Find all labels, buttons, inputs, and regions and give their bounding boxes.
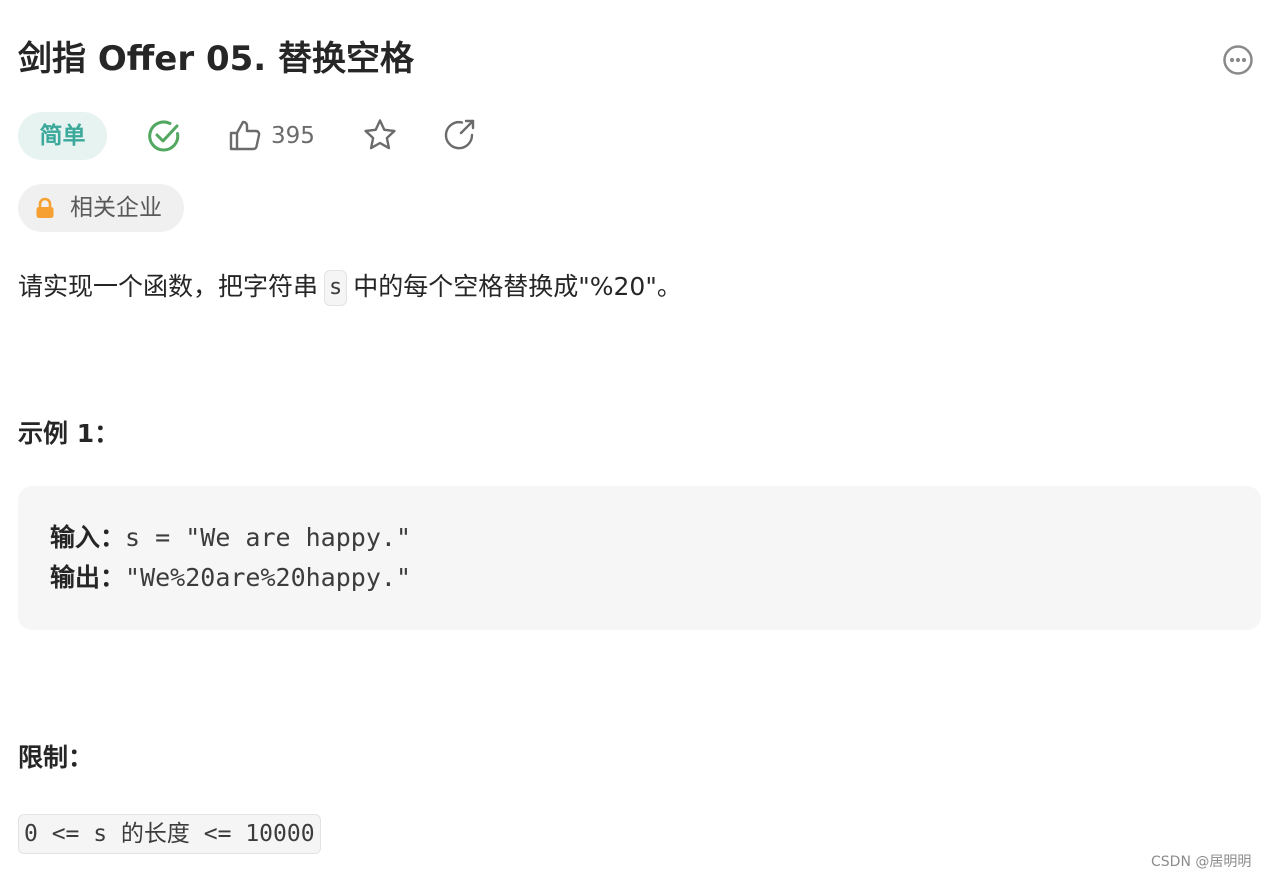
example-heading: 示例 1： <box>18 419 120 448</box>
check-circle-icon <box>148 120 180 152</box>
thumbs-up-icon <box>229 120 261 151</box>
solved-status <box>146 118 182 154</box>
more-icon <box>1223 45 1253 75</box>
problem-description: 请实现一个函数，把字符串 s 中的每个空格替换成"%20"。 <box>18 266 682 308</box>
favorite-button[interactable] <box>362 117 398 153</box>
example-input-line: 输入：s = "We are happy." <box>50 518 411 558</box>
example-block: 输入：s = "We are happy." 输出："We%20are%20ha… <box>18 486 1261 630</box>
inline-code-s: s <box>324 270 348 306</box>
problem-title: 剑指 Offer 05. 替换空格 <box>18 39 415 79</box>
related-companies-label: 相关企业 <box>70 195 162 221</box>
limit-constraint: 0 <= s 的长度 <= 10000 <box>18 814 321 854</box>
share-button[interactable] <box>441 117 477 153</box>
limits-heading: 限制： <box>18 743 94 772</box>
problem-toolbar: 简单 395 <box>18 112 538 160</box>
example-output-label: 输出： <box>50 563 126 592</box>
difficulty-badge: 简单 <box>18 112 107 160</box>
description-text-end: 中的每个空格替换成"%20"。 <box>353 272 682 301</box>
like-count: 395 <box>271 123 315 149</box>
more-button[interactable] <box>1222 44 1254 76</box>
star-icon <box>364 119 396 150</box>
related-companies-tag[interactable]: 相关企业 <box>18 184 184 232</box>
like-button[interactable]: 395 <box>228 116 328 156</box>
example-output-line: 输出："We%20are%20happy." <box>50 558 411 598</box>
example-input-value: s = "We are happy." <box>125 523 411 552</box>
example-input-label: 输入： <box>50 523 126 552</box>
share-icon <box>444 119 475 150</box>
watermark: CSDN @居明明 <box>1151 854 1252 870</box>
lock-icon <box>36 197 54 218</box>
description-text-start: 请实现一个函数，把字符串 <box>18 272 319 301</box>
example-output-value: "We%20are%20happy." <box>125 563 411 592</box>
